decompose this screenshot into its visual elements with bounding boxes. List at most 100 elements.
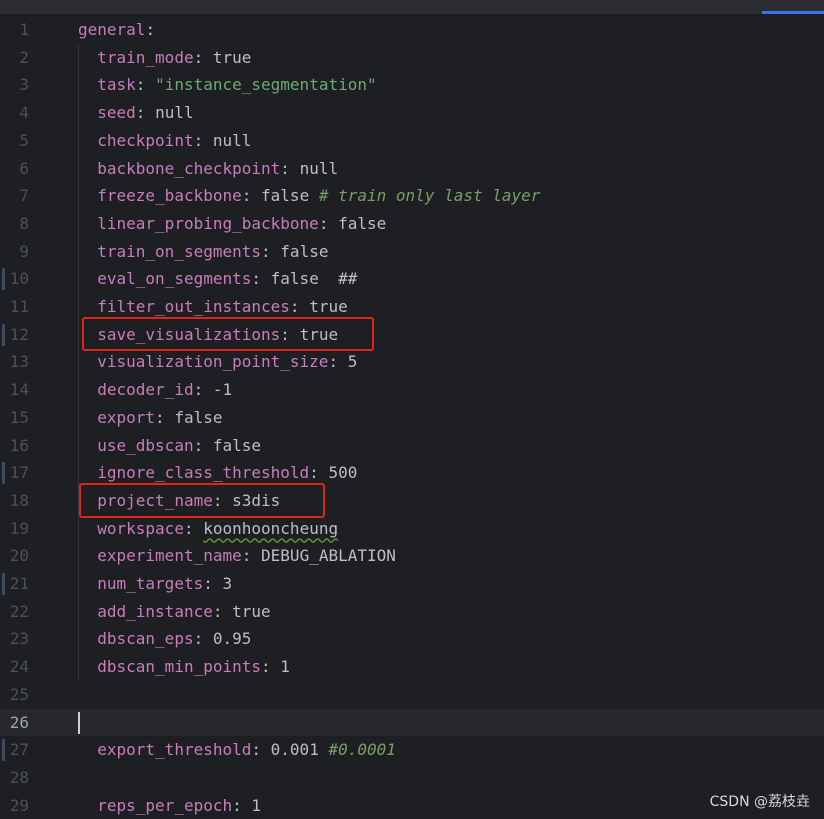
line-number: 21 (9, 574, 29, 593)
yaml-colon: : (183, 518, 194, 538)
yaml-colon: : (318, 213, 329, 233)
active-tab-indicator (762, 11, 824, 14)
yaml-colon: : (309, 463, 319, 483)
yaml-colon: : (261, 657, 271, 677)
yaml-colon: : (261, 241, 271, 261)
yaml-key: train_on_segments (97, 241, 262, 261)
line-number: 23 (9, 629, 29, 649)
code-text: general: (78, 16, 155, 44)
yaml-key: general (78, 20, 146, 39)
code-line[interactable]: 23 dbscan_eps: 0.95 (0, 625, 824, 653)
watermark: CSDN @荔枝垚 (709, 794, 810, 810)
line-number: 1 (19, 20, 29, 39)
line-number: 18 (9, 490, 29, 510)
yaml-value: false (174, 407, 223, 427)
code-line[interactable]: 10 eval_on_segments: false ## (0, 265, 824, 293)
code-line[interactable]: 28 (0, 764, 824, 792)
line-number: 6 (19, 158, 29, 178)
code-line[interactable]: 16 use_dbscan: false (0, 432, 824, 460)
code-line[interactable]: 6 backbone_checkpoint: null (0, 155, 824, 183)
line-number: 20 (9, 546, 29, 566)
line-number: 28 (9, 767, 29, 787)
code-text: checkpoint: null (97, 127, 251, 155)
yaml-value: null (155, 103, 194, 123)
line-number: 16 (9, 435, 29, 455)
code-line[interactable]: 13 visualization_point_size: 5 (0, 348, 824, 376)
code-line[interactable]: 5 checkpoint: null (0, 127, 824, 155)
text-caret (78, 711, 80, 734)
code-line[interactable]: 25 (0, 681, 824, 709)
code-line[interactable]: 26 (0, 708, 824, 737)
code-text: task: "instance_segmentation" (97, 71, 376, 99)
code-line[interactable]: 2 train_mode: true (0, 44, 824, 72)
yaml-colon: : (193, 47, 204, 67)
code-line[interactable]: 14 decoder_id: -1 (0, 376, 824, 404)
code-line[interactable]: 9 train_on_segments: false (0, 238, 824, 266)
line-number: 8 (19, 213, 29, 233)
code-text: use_dbscan: false (97, 432, 261, 460)
highlight-box (82, 316, 374, 352)
yaml-key: workspace (97, 518, 184, 538)
yaml-key: seed (97, 103, 136, 123)
yaml-colon: : (251, 269, 262, 289)
yaml-colon: : (241, 546, 252, 566)
code-line[interactable]: 1 general: (0, 16, 824, 44)
code-line[interactable]: 22 add_instance: true (0, 598, 824, 626)
line-number: 15 (9, 407, 29, 427)
code-line[interactable]: 27 export_threshold: 0.001 #0.0001 (0, 736, 824, 764)
yaml-value: 500 (328, 463, 358, 483)
yaml-colon: : (193, 380, 204, 400)
code-line[interactable]: 4 seed: null (0, 99, 824, 127)
code-text: dbscan_eps: 0.95 (97, 625, 251, 653)
yaml-comment: #0.0001 (328, 740, 396, 760)
yaml-colon: : (135, 75, 146, 95)
code-line[interactable]: 21 num_targets: 3 (0, 570, 824, 598)
code-text: decoder_id: -1 (97, 376, 232, 404)
yaml-value: null (212, 130, 252, 150)
code-text: train_on_segments: false (97, 238, 328, 266)
code-line[interactable]: 15 export: false (0, 404, 824, 432)
line-number: 22 (9, 601, 29, 621)
code-line[interactable]: 7 freeze_backbone: false # train only las… (0, 182, 824, 210)
yaml-colon: : (203, 574, 213, 593)
yaml-colon: : (212, 601, 223, 621)
line-number: 10 (9, 269, 29, 289)
yaml-value: false (338, 213, 387, 233)
yaml-colon: : (193, 435, 204, 455)
yaml-key: linear_probing_backbone (97, 213, 319, 233)
code-line[interactable]: 19 workspace: koonhooncheung (0, 515, 824, 543)
line-number: 9 (19, 241, 29, 261)
yaml-value: 0.95 (212, 629, 252, 649)
code-line[interactable]: 3 task: "instance_segmentation" (0, 71, 824, 99)
code-text: export: false (97, 404, 222, 432)
line-number: 5 (19, 130, 29, 150)
code-text: visualization_point_size: 5 (97, 348, 357, 376)
code-line[interactable]: 20 experiment_name: DEBUG_ABLATION (0, 542, 824, 570)
yaml-value: 3 (222, 574, 233, 593)
code-text: workspace: koonhooncheung (97, 515, 338, 543)
yaml-key: use_dbscan (97, 435, 194, 455)
editor-tab-bar (0, 0, 824, 15)
code-text: num_targets: 3 (97, 570, 232, 598)
yaml-key: export (97, 407, 156, 427)
code-line[interactable]: 24 dbscan_min_points: 1 (0, 653, 824, 681)
yaml-key: eval_on_segments (97, 269, 252, 289)
code-text: train_mode: true (97, 44, 251, 72)
code-editor[interactable]: 1 general: 2 train_mode: true 3 task: "instan… (0, 15, 824, 819)
code-text: backbone_checkpoint: null (97, 155, 338, 183)
code-line[interactable]: 29 reps_per_epoch: 1 (0, 792, 824, 819)
code-text: experiment_name: DEBUG_ABLATION (97, 542, 396, 570)
yaml-colon: : (328, 352, 339, 372)
code-line[interactable]: 8 linear_probing_backbone: false (0, 210, 824, 238)
yaml-colon: : (155, 407, 165, 427)
yaml-colon: : (232, 795, 242, 815)
yaml-key: task (97, 75, 136, 95)
yaml-key: freeze_backbone (97, 186, 242, 206)
yaml-key: dbscan_min_points (97, 657, 262, 677)
line-number: 7 (19, 186, 29, 206)
yaml-value: true (309, 297, 348, 316)
yaml-colon: : (241, 186, 252, 206)
yaml-colon: : (145, 20, 156, 39)
yaml-key: decoder_id (97, 380, 194, 400)
yaml-key: checkpoint (97, 130, 194, 150)
